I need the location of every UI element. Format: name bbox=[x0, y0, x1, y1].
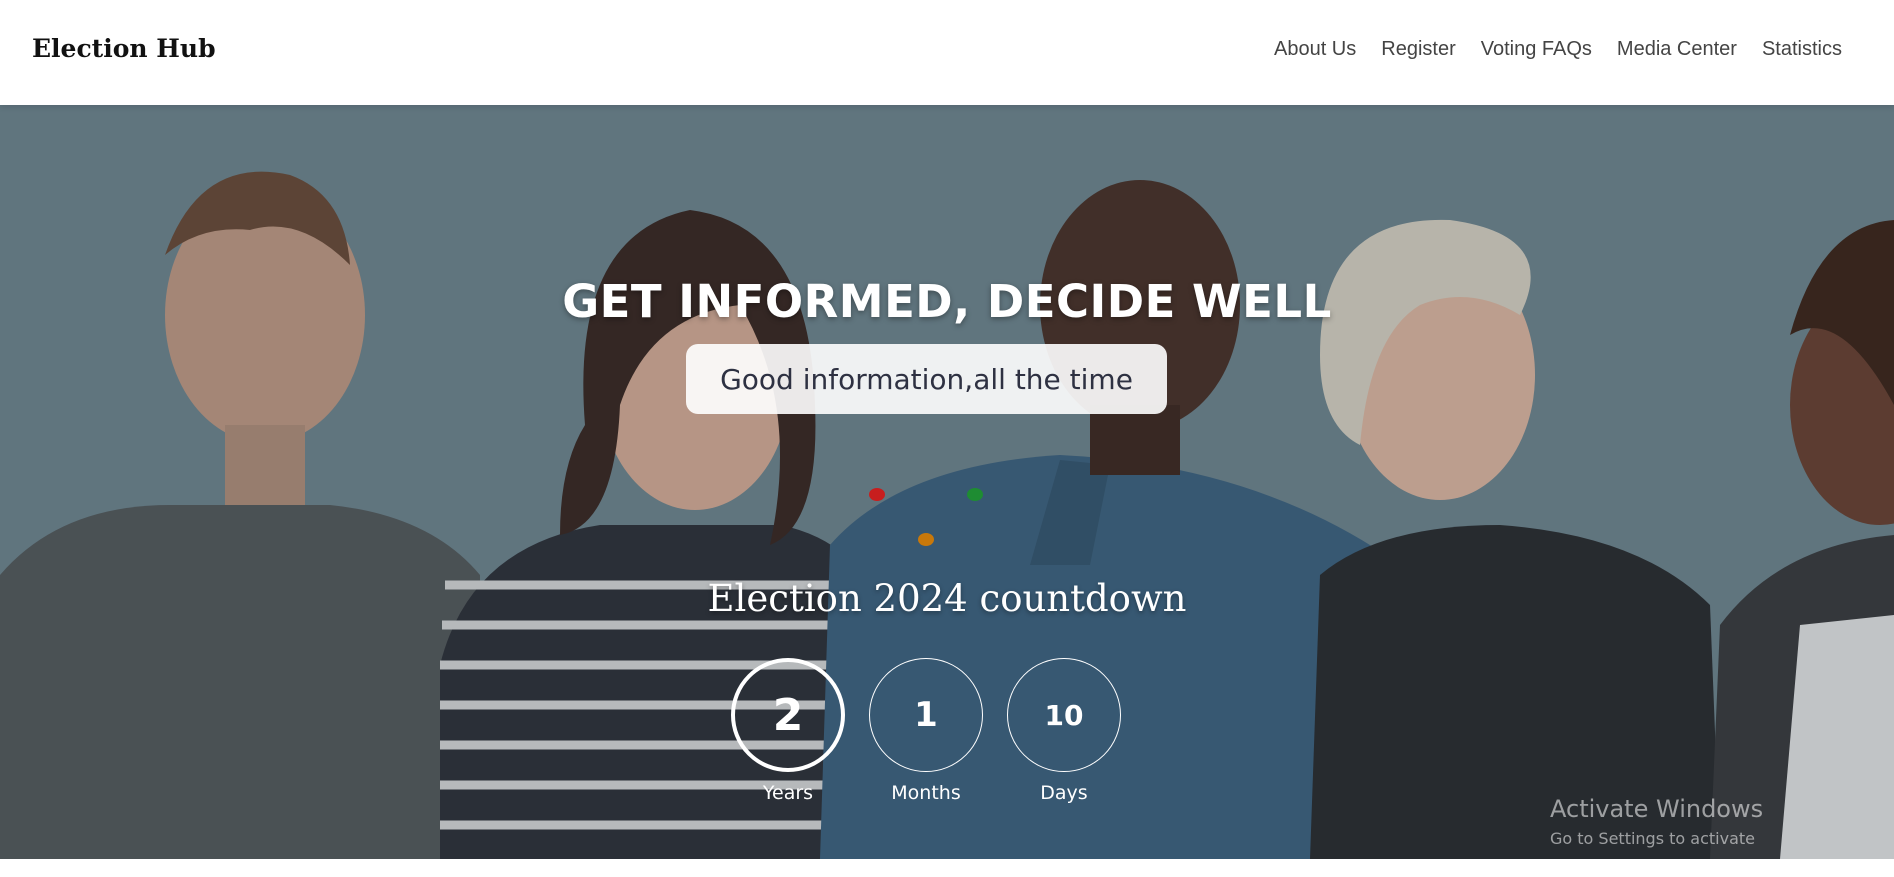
activate-windows-title: Activate Windows bbox=[1550, 795, 1764, 823]
activate-windows-watermark: Activate Windows Go to Settings to activ… bbox=[1550, 795, 1763, 848]
page-bottom-strip bbox=[0, 859, 1894, 877]
countdown-years-label: Years bbox=[762, 782, 814, 804]
countdown-days: 10 Days bbox=[1007, 658, 1121, 804]
countdown-months-circle: 1 bbox=[869, 658, 983, 772]
countdown-days-circle: 10 bbox=[1007, 658, 1121, 772]
hero-title: GET INFORMED, DECIDE WELL bbox=[562, 275, 1332, 328]
loading-dot-orange bbox=[918, 533, 934, 546]
countdown-title: Election 2024 countdown bbox=[707, 577, 1187, 620]
countdown-years: 2 Years bbox=[731, 658, 845, 804]
loading-dot-red bbox=[869, 488, 885, 501]
hero-section: GET INFORMED, DECIDE WELL Good informati… bbox=[0, 105, 1894, 859]
countdown-years-circle: 2 bbox=[731, 658, 845, 772]
nav-link-about-us[interactable]: About Us bbox=[1274, 38, 1356, 61]
nav-link-register[interactable]: Register bbox=[1381, 38, 1455, 61]
nav-link-media-center[interactable]: Media Center bbox=[1617, 38, 1737, 61]
loading-dot-green bbox=[967, 488, 983, 501]
countdown-days-label: Days bbox=[1040, 782, 1088, 804]
countdown-months-label: Months bbox=[891, 782, 961, 804]
tagline-text: Good information,all the time bbox=[720, 362, 1133, 396]
top-navbar: Election Hub About Us Register Voting FA… bbox=[0, 0, 1894, 105]
countdown-months: 1 Months bbox=[869, 658, 983, 804]
nav-links: About Us Register Voting FAQs Media Cent… bbox=[1274, 38, 1842, 61]
tagline-box: Good information,all the time bbox=[686, 344, 1167, 414]
brand-logo-link[interactable]: Election Hub bbox=[32, 34, 216, 63]
nav-link-statistics[interactable]: Statistics bbox=[1762, 38, 1842, 61]
activate-windows-subtitle: Go to Settings to activate bbox=[1550, 829, 1755, 848]
nav-link-voting-faqs[interactable]: Voting FAQs bbox=[1481, 38, 1592, 61]
